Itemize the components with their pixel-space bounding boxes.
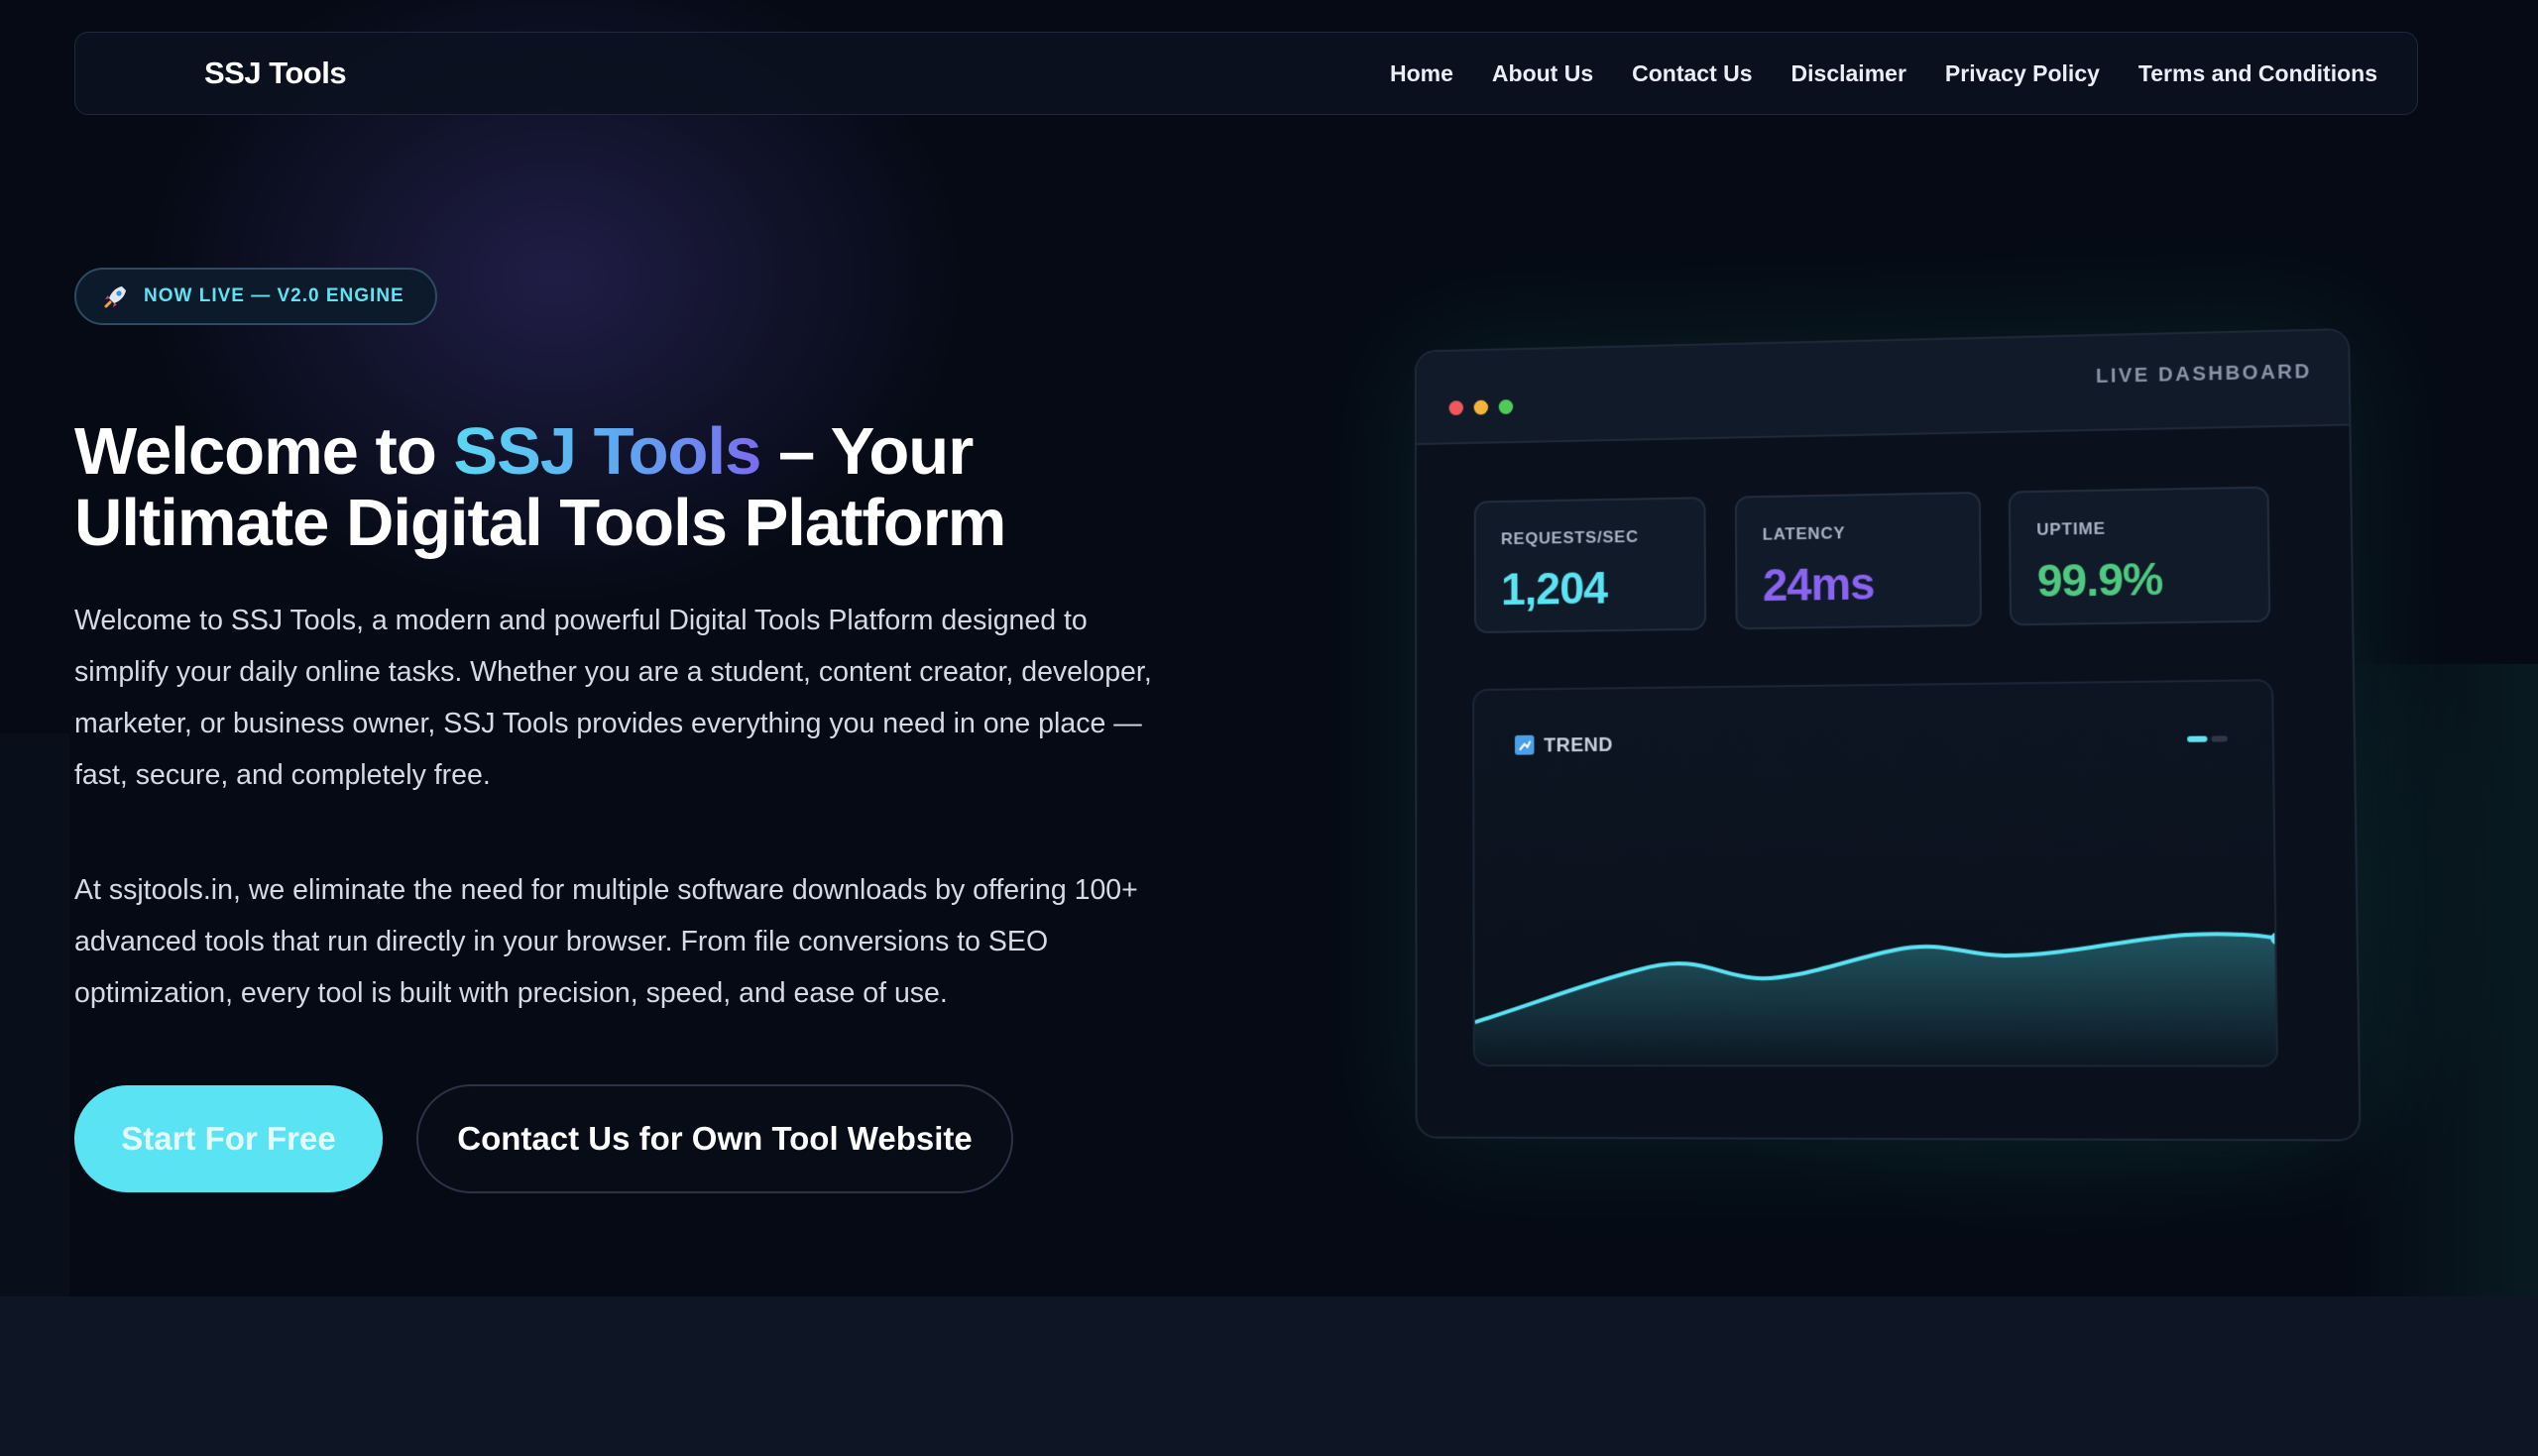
trend-header: TREND — [1514, 733, 1613, 758]
start-for-free-button[interactable]: Start For Free — [74, 1085, 383, 1192]
top-navbar: SSJ Tools Home About Us Contact Us Discl… — [74, 32, 2418, 115]
stat-card-uptime: UPTIME 99.9% — [2008, 486, 2271, 626]
chart-trend-icon — [1514, 734, 1535, 756]
next-section — [0, 1296, 2538, 1456]
legend-bar-active — [2187, 735, 2208, 742]
stat-label: UPTIME — [2036, 518, 2106, 539]
stat-label: REQUESTS/SEC — [1500, 527, 1639, 549]
stat-label: LATENCY — [1762, 523, 1846, 544]
nav-link-home[interactable]: Home — [1390, 60, 1453, 87]
hero-title-accent: SSJ Tools — [453, 414, 761, 489]
stat-value: 24ms — [1762, 557, 1875, 612]
stat-value: 99.9% — [2036, 552, 2163, 607]
stat-card-requests: REQUESTS/SEC 1,204 — [1473, 497, 1707, 634]
stat-card-latency: LATENCY 24ms — [1734, 492, 1982, 630]
window-close-dot — [1448, 400, 1464, 416]
brand-logo[interactable]: SSJ Tools — [204, 56, 347, 91]
trend-panel: TREND — [1472, 679, 2279, 1067]
nav-links: Home About Us Contact Us Disclaimer Priv… — [1390, 60, 2377, 87]
nav-link-about[interactable]: About Us — [1492, 60, 1593, 87]
trend-legend — [2187, 735, 2228, 742]
nav-link-disclaimer[interactable]: Disclaimer — [1791, 60, 1906, 87]
hero-title-prefix: Welcome to — [74, 414, 454, 489]
dashboard-mockup: LIVE DASHBOARD REQUESTS/SEC 1,204 LATENC… — [1414, 328, 2362, 1142]
rocket-icon — [102, 282, 130, 310]
contact-own-tool-button[interactable]: Contact Us for Own Tool Website — [416, 1084, 1013, 1193]
hero-paragraph-2: At ssjtools.in, we eliminate the need fo… — [74, 874, 1138, 1009]
dashboard-title: LIVE DASHBOARD — [2095, 361, 2313, 388]
hero-glow-band — [2340, 664, 2538, 1296]
hero-title: Welcome to SSJ Tools – Your Ultimate Dig… — [74, 416, 1214, 559]
window-minimize-dot — [1473, 399, 1489, 415]
dashboard-titlebar: LIVE DASHBOARD — [1416, 330, 2350, 446]
hero-edge-band — [0, 733, 69, 1296]
hero-title-line2: Ultimate Digital Tools Platform — [74, 486, 1006, 560]
stat-value: 1,204 — [1500, 562, 1608, 615]
nav-link-privacy[interactable]: Privacy Policy — [1945, 60, 2100, 87]
nav-link-contact[interactable]: Contact Us — [1632, 60, 1752, 87]
legend-bar-inactive — [2211, 735, 2228, 742]
window-maximize-dot — [1498, 399, 1514, 415]
status-badge: NOW LIVE — V2.0 ENGINE — [74, 268, 437, 325]
hero-title-suffix: – Your — [760, 414, 974, 489]
trend-label: TREND — [1544, 733, 1613, 757]
hero-paragraph-1: Welcome to SSJ Tools, a modern and power… — [74, 605, 1152, 791]
badge-text: NOW LIVE — V2.0 ENGINE — [144, 285, 404, 306]
dashboard-window: LIVE DASHBOARD REQUESTS/SEC 1,204 LATENC… — [1414, 328, 2362, 1142]
nav-link-terms[interactable]: Terms and Conditions — [2138, 60, 2377, 87]
